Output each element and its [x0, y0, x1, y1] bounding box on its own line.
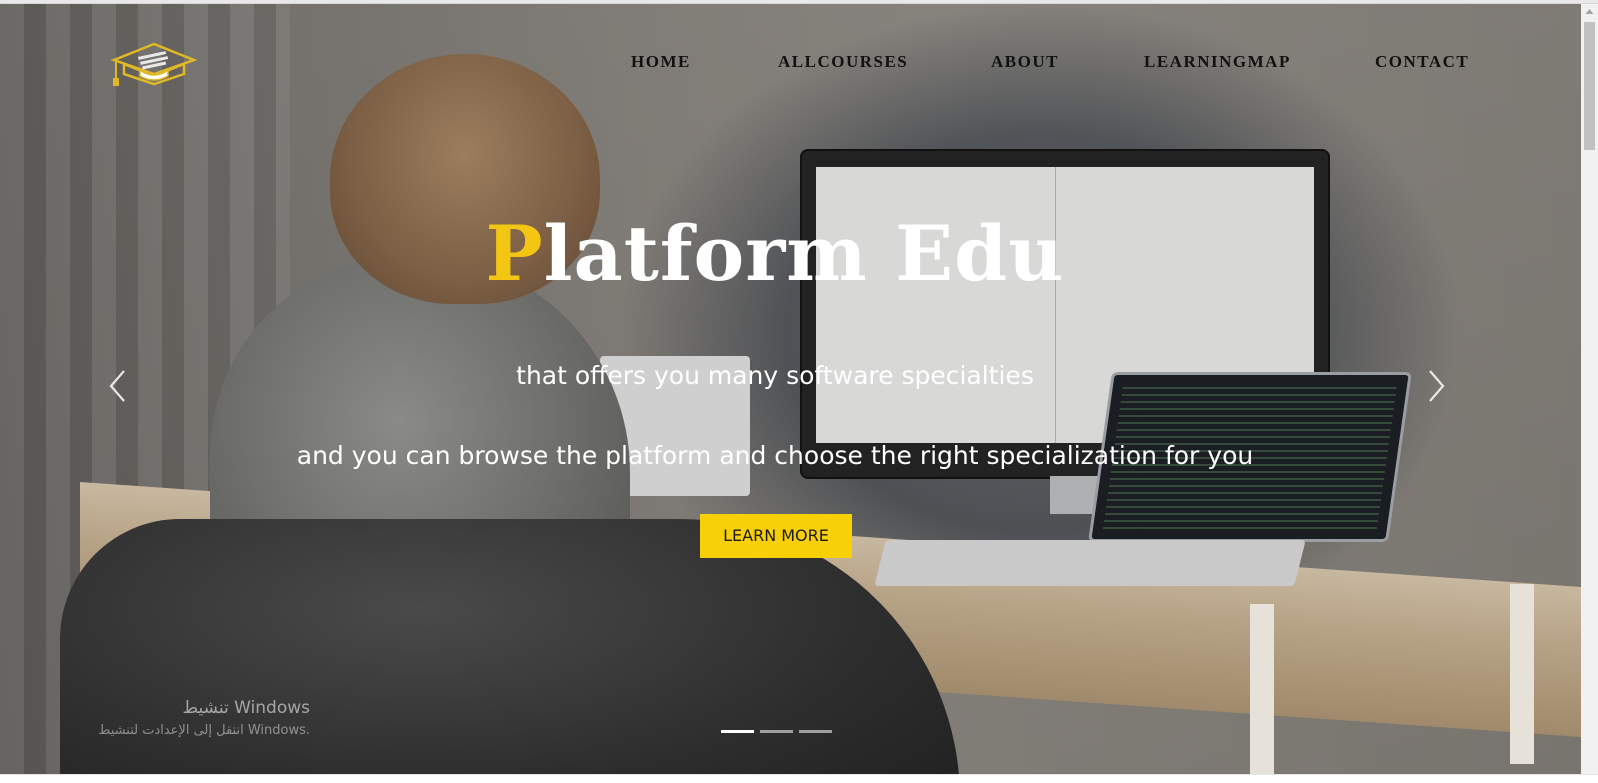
hero-title: Platform Edu [0, 209, 1550, 298]
graduation-cap-icon[interactable] [110, 40, 200, 90]
nav-home[interactable]: HOME [631, 52, 691, 72]
hero-title-first-letter: P [485, 209, 544, 298]
carousel-indicator-1[interactable] [721, 730, 754, 733]
background-laptop-base [874, 540, 1306, 586]
scrollbar-thumb[interactable] [1584, 22, 1595, 150]
chevron-left-icon[interactable] [104, 368, 132, 404]
chevron-right-icon[interactable] [1422, 368, 1450, 404]
hero-subtitle-1: that offers you many software specialtie… [516, 361, 1034, 390]
scroll-up-arrow-icon[interactable] [1581, 4, 1598, 20]
windows-activation-title: تنشيط Windows [182, 698, 310, 718]
hero-carousel: HOME ALLCOURSES ABOUT LEARNINGMAP CONTAC… [0, 4, 1581, 774]
learn-more-button[interactable]: LEARN MORE [700, 514, 852, 558]
nav-learning-map[interactable]: LEARNINGMAP [1144, 52, 1291, 72]
hero-subtitle-2: and you can browse the platform and choo… [296, 441, 1254, 470]
page-bottom-edge [0, 774, 1598, 783]
page-scrollbar[interactable] [1581, 4, 1598, 774]
carousel-indicator-3[interactable] [799, 730, 832, 733]
windows-activation-subtitle: انتقل إلى الإعدادت لتنشيط Windows. [98, 723, 310, 738]
nav-contact[interactable]: CONTACT [1375, 52, 1469, 72]
nav-all-courses[interactable]: ALLCOURSES [778, 52, 908, 72]
carousel-indicator-2[interactable] [760, 730, 793, 733]
nav-about[interactable]: ABOUT [991, 52, 1059, 72]
hero-title-rest: latform Edu [543, 209, 1065, 298]
